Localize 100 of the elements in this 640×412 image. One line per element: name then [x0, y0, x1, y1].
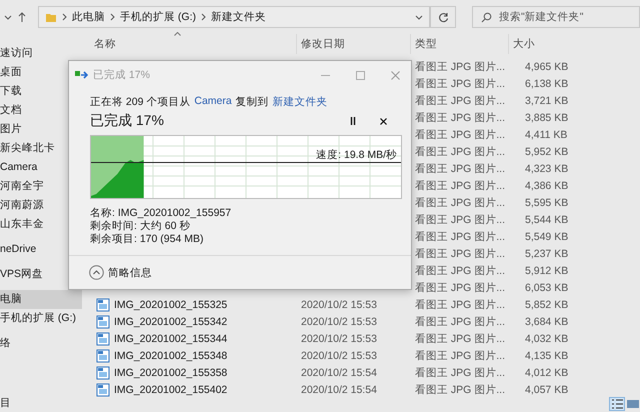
file-type: 看图王 JPG 图片...: [415, 264, 506, 278]
image-file-icon: [96, 366, 110, 380]
copy-icon: [75, 70, 89, 80]
file-size: 3,721 KB: [525, 94, 568, 106]
sort-caret-icon: [174, 32, 181, 36]
file-size: 6,053 KB: [525, 282, 568, 294]
sidebar-item[interactable]: 络: [0, 334, 82, 353]
file-size: 4,135 KB: [525, 350, 568, 362]
sidebar-item[interactable]: 手机的扩展 (G:): [0, 309, 82, 328]
status-text: 目: [0, 396, 12, 411]
details-view-icon[interactable]: [610, 398, 624, 410]
breadcrumb[interactable]: 此电脑: [72, 10, 105, 24]
chevron-down-icon[interactable]: [415, 14, 423, 20]
detail-line: 名称: IMG_20201002_155957: [90, 207, 232, 220]
file-type: 看图王 JPG 图片...: [415, 144, 506, 158]
file-type: 看图王 JPG 图片...: [415, 128, 506, 142]
file-size: 6,138 KB: [525, 78, 568, 90]
file-type: 看图王 JPG 图片...: [415, 196, 506, 210]
file-type: 看图王 JPG 图片...: [415, 162, 506, 176]
copy-message: 正在将 209 个项目从: [90, 95, 190, 109]
copy-message: 复制到: [236, 95, 269, 109]
breadcrumb[interactable]: 新建文件夹: [211, 10, 266, 24]
file-size: 5,544 KB: [525, 214, 568, 226]
chevron-up-icon: [89, 265, 104, 280]
file-size: 3,885 KB: [525, 112, 568, 124]
file-size: 4,386 KB: [525, 180, 568, 192]
detail-line: 剩余时间: 大约 60 秒: [90, 220, 192, 233]
file-size: 5,595 KB: [525, 196, 568, 208]
file-type: 看图王 JPG 图片...: [415, 178, 506, 192]
file-size: 5,912 KB: [525, 264, 568, 276]
file-name[interactable]: IMG_20201002_155344: [114, 332, 228, 344]
source-link[interactable]: Camera: [194, 95, 232, 109]
sidebar-item[interactable]: 电脑: [0, 290, 82, 309]
modified-date: 2020/10/2 15:53: [301, 316, 377, 328]
file-type: 看图王 JPG 图片...: [415, 280, 506, 294]
dialog-title: 已完成 17%: [93, 68, 150, 82]
column-header[interactable]: 修改日期: [297, 34, 411, 54]
file-type: 看图王 JPG 图片...: [415, 76, 506, 90]
pause-icon[interactable]: [350, 117, 356, 125]
file-size: 5,852 KB: [525, 298, 568, 310]
file-size: 4,411 KB: [525, 128, 568, 140]
file-size: 5,549 KB: [525, 230, 568, 242]
modified-date: 2020/10/2 15:54: [301, 366, 377, 378]
file-type: 看图王 JPG 图片...: [415, 366, 506, 380]
file-name[interactable]: IMG_20201002_155342: [114, 316, 228, 328]
file-type: 看图王 JPG 图片...: [415, 314, 506, 328]
file-name[interactable]: IMG_20201002_155358: [114, 366, 228, 378]
file-size: 4,965 KB: [525, 60, 568, 72]
file-name[interactable]: IMG_20201002_155325: [114, 298, 228, 310]
file-name[interactable]: IMG_20201002_155348: [114, 350, 228, 362]
address-bar[interactable]: 此电脑 手机的扩展 (G:) 新建文件夹: [38, 6, 430, 28]
modified-date: 2020/10/2 15:53: [301, 298, 377, 310]
column-header[interactable]: 名称: [82, 34, 297, 54]
chevron-right-icon: [62, 13, 67, 21]
file-size: 4,323 KB: [525, 162, 568, 174]
search-icon: [481, 12, 492, 23]
speed-label: 速度: 19.8 MB/秒: [316, 148, 397, 162]
file-size: 3,684 KB: [525, 316, 568, 328]
modified-date: 2020/10/2 15:53: [301, 332, 377, 344]
file-type: 看图王 JPG 图片...: [415, 298, 506, 312]
modified-date: 2020/10/2 15:53: [301, 350, 377, 362]
column-header[interactable]: 大小: [509, 34, 589, 54]
up-arrow-icon[interactable]: [18, 12, 26, 22]
file-size: 4,032 KB: [525, 332, 568, 344]
file-size: 5,237 KB: [525, 248, 568, 260]
file-type: 看图王 JPG 图片...: [415, 60, 506, 74]
sidebar-item[interactable]: 速访问: [0, 44, 82, 63]
file-type: 看图王 JPG 图片...: [415, 212, 506, 226]
breadcrumb[interactable]: 手机的扩展 (G:): [120, 10, 196, 24]
file-size: 5,952 KB: [525, 146, 568, 158]
search-field[interactable]: 搜索"新建文件夹": [472, 6, 640, 28]
detail-line: 剩余项目: 170 (954 MB): [90, 233, 204, 246]
destination-link[interactable]: 新建文件夹: [272, 95, 328, 109]
image-file-icon: [96, 348, 110, 362]
file-size: 4,012 KB: [525, 366, 568, 378]
thumbnail-view-icon[interactable]: [626, 398, 640, 410]
folder-icon: [45, 11, 57, 23]
file-name[interactable]: IMG_20201002_155402: [114, 384, 228, 396]
file-size: 4,057 KB: [525, 384, 568, 396]
file-type: 看图王 JPG 图片...: [415, 348, 506, 362]
image-file-icon: [96, 314, 110, 328]
file-type: 看图王 JPG 图片...: [415, 94, 506, 108]
file-type: 看图王 JPG 图片...: [415, 332, 506, 346]
refresh-icon: [438, 12, 448, 22]
image-file-icon: [96, 298, 110, 312]
speed-area: [91, 160, 144, 198]
image-file-icon: [96, 332, 110, 346]
file-type: 看图王 JPG 图片...: [415, 382, 506, 396]
image-file-icon: [96, 382, 110, 396]
chevron-right-icon: [110, 13, 115, 21]
modified-date: 2020/10/2 15:54: [301, 384, 377, 396]
refresh-button[interactable]: [430, 6, 456, 28]
file-type: 看图王 JPG 图片...: [415, 110, 506, 124]
fewer-details-button[interactable]: 简略信息: [89, 265, 152, 280]
column-header[interactable]: 类型: [411, 34, 509, 54]
file-type: 看图王 JPG 图片...: [415, 246, 506, 260]
chevron-right-icon: [201, 13, 206, 21]
file-type: 看图王 JPG 图片...: [415, 230, 506, 244]
close-icon[interactable]: [380, 118, 387, 124]
chevron-down-icon[interactable]: [4, 14, 12, 20]
